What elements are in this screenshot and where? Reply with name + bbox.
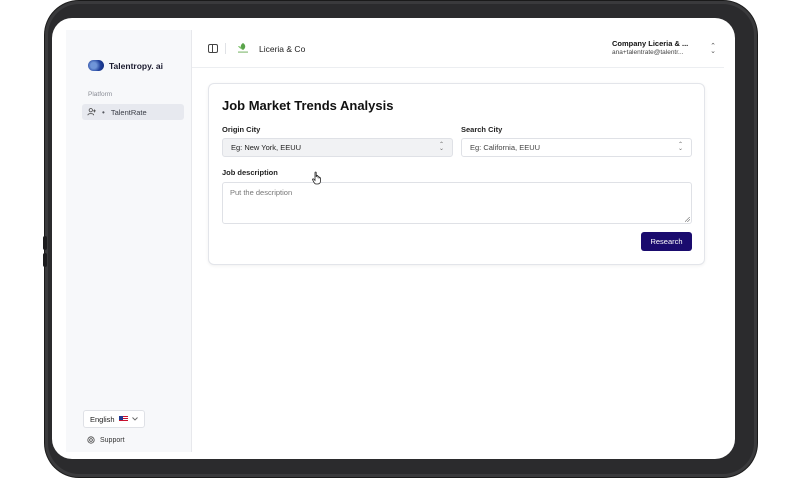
language-select[interactable]: English <box>83 410 145 428</box>
lifebuoy-icon <box>87 436 95 444</box>
resize-handle-icon[interactable] <box>685 217 690 222</box>
job-market-form-card: Job Market Trends Analysis Origin City E… <box>208 83 705 265</box>
page-title: Job Market Trends Analysis <box>222 98 394 113</box>
language-label: English <box>90 414 115 424</box>
job-description-field[interactable]: Put the description <box>222 182 692 224</box>
app-window: Talentropy. ai Platform • TalentRate Eng… <box>66 30 724 452</box>
research-button[interactable]: Research <box>641 232 692 251</box>
brand-name: Talentropy. ai <box>109 60 164 71</box>
nav-group-label: Platform <box>88 91 113 98</box>
search-city-select[interactable]: Eg: California, EEUU ⌃ ⌄ <box>461 138 692 157</box>
chevron-down-icon <box>131 417 138 421</box>
sidebar-item-talentrate[interactable]: • TalentRate <box>82 104 184 120</box>
support-link[interactable]: Support <box>87 436 125 444</box>
chevron-up-down-icon: ⌃ ⌄ <box>438 142 444 152</box>
brand-logo-icon <box>88 60 104 71</box>
job-description-placeholder: Put the description <box>230 188 293 197</box>
top-bar: Liceria & Co Company Liceria & ... ana+t… <box>192 30 724 68</box>
us-flag-icon <box>118 416 128 422</box>
organization-logo-icon <box>238 43 248 53</box>
user-email: ana+talentrate@talentr... <box>612 49 684 56</box>
hand-pointer-icon <box>312 171 321 185</box>
origin-city-select[interactable]: Eg: New York, EEUU ⌃ ⌄ <box>222 138 453 157</box>
brand[interactable]: Talentropy. ai <box>88 60 163 71</box>
sidebar: Talentropy. ai Platform • TalentRate Eng… <box>66 30 192 452</box>
sidebar-item-label: TalentRate <box>110 107 147 117</box>
search-city-value: Eg: California, EEUU <box>470 143 541 152</box>
divider <box>225 43 226 54</box>
origin-city-label: Origin City <box>222 125 261 134</box>
tablet-screen: Talentropy. ai Platform • TalentRate Eng… <box>52 18 735 459</box>
tablet-side-button <box>43 253 47 267</box>
support-label: Support <box>100 436 125 444</box>
bullet-icon: • <box>102 107 105 117</box>
tablet-side-button <box>43 236 47 250</box>
origin-city-value: Eg: New York, EEUU <box>231 143 302 152</box>
user-plus-icon <box>87 108 96 116</box>
account-switcher[interactable]: Company Liceria & ... ana+talentrate@tal… <box>612 39 704 56</box>
sidebar-toggle-icon[interactable] <box>208 44 218 53</box>
chevron-up-down-icon[interactable]: ⌃ ⌄ <box>710 43 716 55</box>
chevron-up-down-icon: ⌃ ⌄ <box>677 142 683 152</box>
organization-name: Liceria & Co <box>259 44 306 54</box>
job-description-label: Job description <box>222 168 278 177</box>
company-name: Company Liceria & ... <box>612 39 689 48</box>
search-city-label: Search City <box>461 125 503 134</box>
